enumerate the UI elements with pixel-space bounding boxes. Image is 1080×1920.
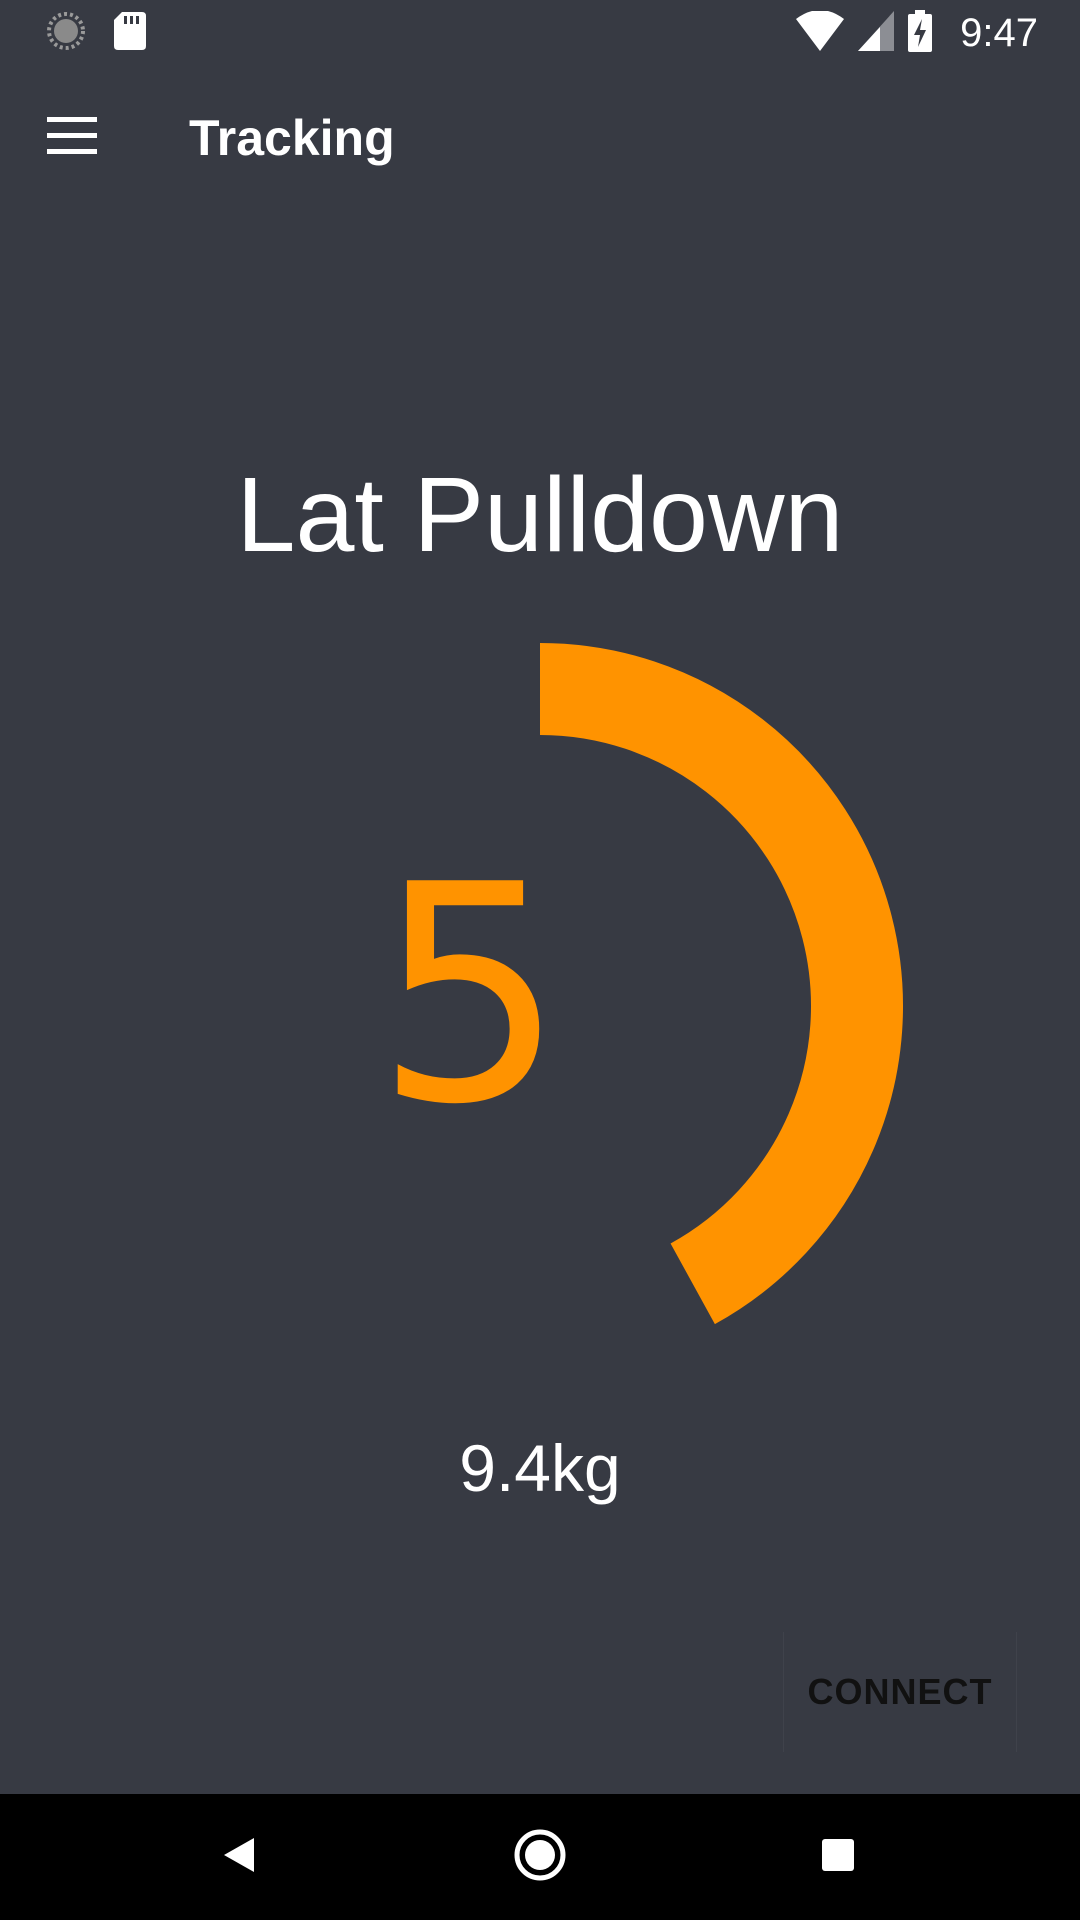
back-icon	[220, 1835, 260, 1880]
wifi-icon	[796, 9, 845, 56]
back-button[interactable]	[200, 1817, 280, 1897]
sd-card-icon	[114, 11, 146, 55]
rep-count: 5	[374, 821, 566, 1170]
exercise-name: Lat Pulldown	[236, 456, 844, 574]
app-bar: Tracking	[0, 66, 1080, 210]
menu-button[interactable]	[28, 102, 116, 174]
home-icon	[512, 1827, 568, 1888]
hamburger-menu-icon	[47, 116, 97, 160]
home-button[interactable]	[500, 1817, 580, 1897]
navigation-bar	[0, 1794, 1080, 1920]
weight-value: 9.4kg	[459, 1431, 621, 1505]
cell-signal-icon	[858, 10, 895, 56]
tracking-screen: 9:47 Tracking Lat Pulldown 5 9.4kg CONNE…	[0, 0, 1080, 1920]
recents-button[interactable]	[798, 1817, 878, 1897]
status-bar: 9:47	[0, 0, 1080, 66]
connect-button[interactable]: CONNECT	[783, 1632, 1017, 1752]
status-time: 9:47	[960, 10, 1038, 55]
recents-icon	[820, 1837, 856, 1878]
page-title: Tracking	[189, 110, 395, 166]
loading-spinner-icon	[46, 11, 86, 56]
battery-charging-icon	[908, 9, 933, 57]
